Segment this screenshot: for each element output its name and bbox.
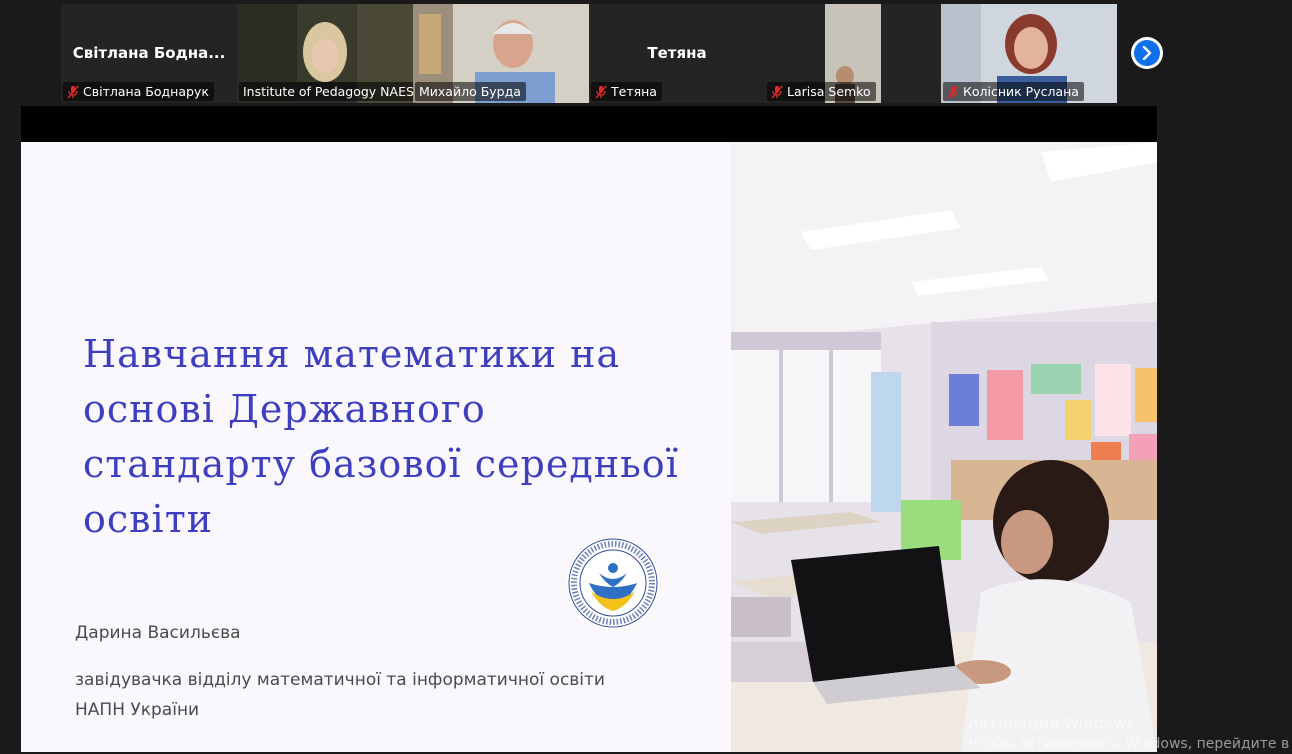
participant-tile[interactable]: Колісник Руслана — [941, 4, 1117, 103]
slide-text-panel: Навчання математики на основі Державного… — [21, 142, 731, 752]
next-participants-button[interactable] — [1131, 37, 1163, 69]
participant-tile-active[interactable]: Institute of Pedagogy NAES... — [237, 4, 413, 103]
watermark-line-2: Чтобы активировать Windows, перейдите в … — [968, 736, 1292, 752]
shared-slide: Навчання математики на основі Державного… — [21, 142, 1157, 752]
participant-label: Світлана Боднарук — [63, 82, 214, 101]
participant-tile[interactable]: Михайло Бурда — [413, 4, 589, 103]
participant-label-text: Колісник Руслана — [963, 84, 1079, 99]
shared-screen-top-bar — [21, 106, 1157, 142]
watermark-line-1: Активация Windows — [968, 714, 1135, 733]
muted-mic-icon — [595, 85, 607, 99]
participant-label-text: Larisa Semko — [787, 84, 871, 99]
participant-label-text: Тетяна — [611, 84, 657, 99]
participant-label: Тетяна — [591, 82, 662, 101]
participant-label-text: Institute of Pedagogy NAES... — [243, 84, 413, 99]
muted-mic-icon — [67, 85, 79, 99]
participant-strip: Світлана Бодна... Світлана Боднарук Inst… — [61, 4, 1117, 103]
participant-label: Institute of Pedagogy NAES... — [239, 82, 413, 101]
slide-author: Дарина Васильєва — [75, 623, 241, 643]
slide-author-position: завідувачка відділу математичної та інфо… — [75, 670, 605, 720]
participant-tile[interactable]: Тетяна Тетяна — [589, 4, 765, 103]
institute-logo — [565, 535, 661, 631]
participant-name-large: Тетяна — [647, 44, 707, 62]
chevron-right-icon — [1134, 40, 1160, 66]
windows-activation-watermark: Активация Windows Чтобы активировать Win… — [968, 714, 1292, 754]
participant-tile[interactable]: Larisa Semko — [765, 4, 941, 103]
muted-mic-icon — [771, 85, 783, 99]
slide-title: Навчання математики на основі Державного… — [83, 332, 679, 541]
classroom-illustration — [731, 142, 1157, 752]
muted-mic-icon — [947, 85, 959, 99]
participant-label: Колісник Руслана — [943, 82, 1084, 101]
participant-label-text: Михайло Бурда — [419, 84, 521, 99]
participant-tile[interactable]: Світлана Бодна... Світлана Боднарук — [61, 4, 237, 103]
participant-label: Larisa Semko — [767, 82, 876, 101]
participant-label-text: Світлана Боднарук — [83, 84, 209, 99]
participant-name-large: Світлана Бодна... — [72, 44, 226, 62]
participant-label: Михайло Бурда — [415, 82, 526, 101]
